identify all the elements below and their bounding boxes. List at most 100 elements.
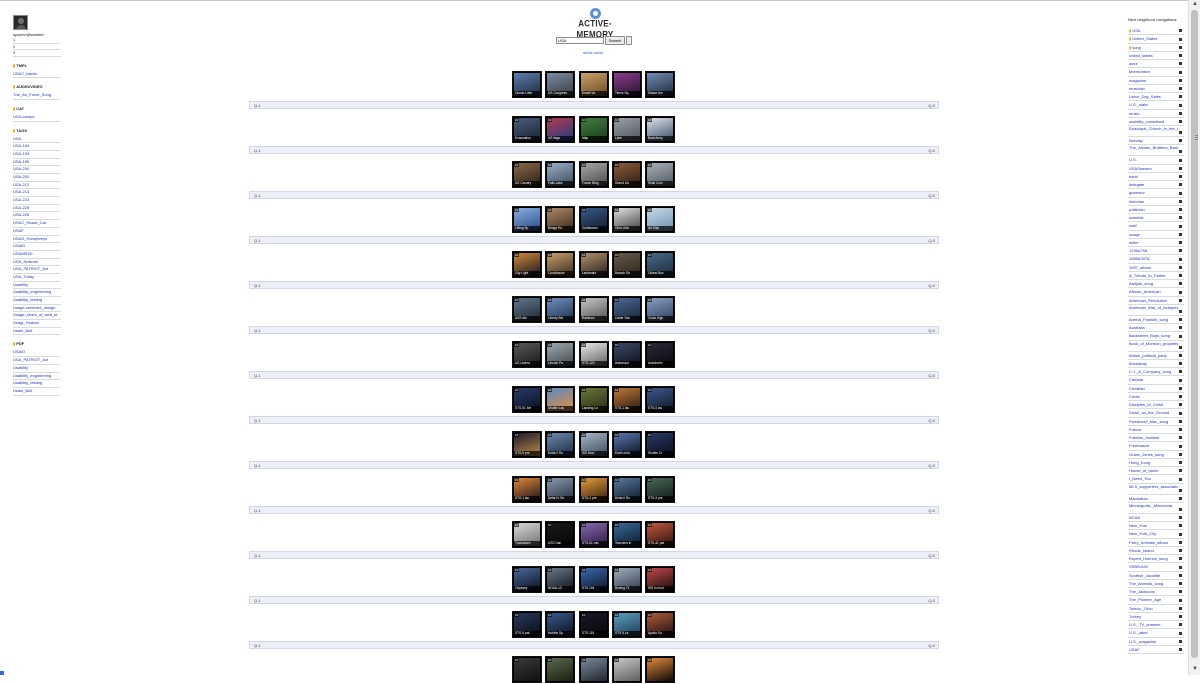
- neighbour-nav-item[interactable]: African_American: [1128, 288, 1184, 297]
- row-bar-right-label[interactable]: Q-0: [928, 462, 935, 469]
- neighbour-nav-label[interactable]: I_Need_You: [1129, 475, 1178, 483]
- thumbnail-card[interactable]: 10 STS 5 La: [612, 611, 642, 638]
- neighbour-nav-label[interactable]: musician: [1129, 85, 1178, 93]
- neighbour-nav-item[interactable]: The_Animals_song: [1128, 580, 1184, 588]
- neighbour-nav-text[interactable]: Down_on_the_Ground: [1129, 410, 1169, 415]
- row-bar-left-label[interactable]: Q-1: [254, 372, 261, 379]
- neighbour-nav-label[interactable]: music: [1129, 110, 1178, 118]
- neighbour-nav-item[interactable]: Scottish_Jacobite: [1128, 572, 1184, 580]
- thumbnail-card[interactable]: 10 Barack Ob: [612, 251, 642, 278]
- thumbnail-card[interactable]: 10: [545, 656, 575, 683]
- thumbnail-card[interactable]: 10 US Cavalry: [512, 161, 542, 188]
- neighbour-nav-item[interactable]: magazine: [1128, 77, 1184, 85]
- thumbnail-card[interactable]: 10 STS-1 lau: [612, 386, 642, 413]
- neighbour-nav-text[interactable]: American_War_of_Independence: [1129, 305, 1178, 310]
- sidebar-link[interactable]: Usain_Bolt: [13, 388, 61, 396]
- neighbour-nav-label[interactable]: Mormonism: [1129, 68, 1178, 76]
- neighbour-nav-text[interactable]: Broadway: [1129, 361, 1147, 366]
- neighbour-nav-text[interactable]: Mormonism: [1129, 69, 1150, 74]
- neighbour-nav-label[interactable]: 1236&798: [1129, 247, 1178, 255]
- neighbour-nav-item[interactable]: British_political_party: [1128, 352, 1184, 360]
- scroll-down-arrow-icon[interactable]: ▼: [1191, 665, 1199, 673]
- neighbour-nav-item[interactable]: governor: [1128, 189, 1184, 198]
- expand-square-icon[interactable]: [1179, 353, 1182, 357]
- thumbnail-card[interactable]: 10 Delta IV Ro: [545, 476, 575, 503]
- thumbnail-card[interactable]: Statue Am: [645, 71, 675, 98]
- expand-square-icon[interactable]: [1179, 615, 1182, 618]
- neighbour-nav-label[interactable]: Aaliyah_song: [1129, 280, 1178, 288]
- neighbour-nav-item[interactable]: Aaliyah_song: [1128, 280, 1184, 289]
- expand-square-icon[interactable]: [1179, 403, 1182, 407]
- neighbour-nav-item[interactable]: ▮song: [1128, 44, 1184, 52]
- neighbour-nav-item[interactable]: Broadway: [1128, 360, 1184, 368]
- sidebar-link[interactable]: USA-camps: [13, 114, 61, 122]
- row-divider-bar[interactable]: Q-1 Q-0: [249, 281, 939, 289]
- avatar[interactable]: [13, 15, 28, 30]
- neighbour-nav-label[interactable]: ▮USA: [1129, 27, 1178, 35]
- expand-square-icon[interactable]: [1179, 78, 1182, 82]
- thumbnail-card[interactable]: 10 ISS Mod: [579, 431, 609, 458]
- neighbour-nav-item[interactable]: U.S._label: [1128, 629, 1184, 638]
- neighbour-nav-label[interactable]: Christian: [1129, 385, 1178, 393]
- sidebar-link[interactable]: The_Air_Force_Song: [13, 92, 61, 100]
- row-divider-bar[interactable]: Q-1 Q-0: [249, 326, 939, 334]
- neighbour-nav-label[interactable]: New_York: [1129, 522, 1178, 530]
- row-bar-left-label[interactable]: Q-1: [254, 192, 261, 199]
- neighbour-nav-label[interactable]: usage: [1129, 231, 1178, 239]
- neighbour-nav-text[interactable]: Norway: [1129, 138, 1143, 143]
- row-divider-bar[interactable]: Q-1 Q-0: [249, 461, 939, 469]
- neighbour-nav-label[interactable]: ▮song: [1129, 44, 1178, 52]
- neighbour-nav-item[interactable]: band: [1128, 173, 1184, 181]
- sidebar-link[interactable]: USA_PATRIOT_Act: [13, 357, 61, 365]
- neighbour-nav-item[interactable]: Minneapolis,_Minnesota: [1128, 503, 1184, 514]
- neighbour-nav-text[interactable]: Aaliyah_song: [1129, 281, 1153, 286]
- thumbnail-card[interactable]: 10 STS-5 pat: [512, 611, 542, 638]
- neighbour-nav-item[interactable]: Rupert_Holmes_song: [1128, 555, 1184, 564]
- neighbour-nav-item[interactable]: Franklin_Institute: [1128, 434, 1184, 443]
- thumbnail-card[interactable]: 10 Map: [579, 116, 609, 143]
- neighbour-nav-item[interactable]: historian: [1128, 198, 1184, 206]
- neighbour-nav-item[interactable]: Hong_Kong: [1128, 459, 1184, 467]
- neighbour-nav-text[interactable]: American_Revolution: [1129, 298, 1167, 303]
- row-bar-right-label[interactable]: Q-0: [928, 192, 935, 199]
- expand-square-icon[interactable]: [1179, 158, 1182, 162]
- expand-square-icon[interactable]: [1179, 139, 1182, 143]
- thumbnail-card[interactable]: 10: [579, 656, 609, 683]
- thumbnail-card[interactable]: 10 STS-41 pat: [645, 521, 675, 548]
- neighbour-nav-item[interactable]: usability_consultant: [1128, 118, 1184, 126]
- neighbour-nav-label[interactable]: Australia: [1129, 324, 1178, 332]
- neighbour-nav-text[interactable]: 1985&2076: [1129, 256, 1149, 261]
- neighbour-nav-label[interactable]: MLS_supporters_association: [1129, 484, 1178, 489]
- neighbour-nav-label[interactable]: usability_consultant: [1129, 118, 1178, 126]
- neighbour-nav-item[interactable]: MLS_supporters_association: [1128, 484, 1184, 495]
- neighbour-nav-label[interactable]: writer: [1129, 239, 1178, 247]
- neighbour-nav-item[interactable]: Australia: [1128, 324, 1184, 333]
- expand-square-icon[interactable]: [1179, 37, 1182, 41]
- neighbour-nav-label[interactable]: A_Tribute_to_Father: [1129, 272, 1178, 280]
- neighbour-nav-label[interactable]: united_states: [1129, 52, 1178, 60]
- neighbour-nav-label[interactable]: France: [1129, 426, 1178, 434]
- neighbour-nav-item[interactable]: Mormonism: [1128, 68, 1184, 77]
- neighbour-nav-text[interactable]: Parry_Animals_album: [1129, 540, 1168, 545]
- expand-square-icon[interactable]: [1179, 257, 1182, 261]
- row-divider-bar[interactable]: Q-1 Q-0: [249, 596, 939, 604]
- neighbour-nav-text[interactable]: writer: [1129, 240, 1139, 245]
- neighbour-nav-label[interactable]: Rhode_Island: [1129, 547, 1178, 555]
- neighbour-nav-label[interactable]: U.S._state: [1129, 101, 1178, 109]
- row-divider-bar[interactable]: Q-1 Q-0: [249, 191, 939, 199]
- neighbour-nav-label[interactable]: U.S.: [1129, 156, 1178, 164]
- thumbnail-card[interactable]: 10 Gulfstream: [579, 206, 609, 233]
- neighbour-nav-label[interactable]: historian: [1129, 198, 1178, 206]
- scroll-up-arrow-icon[interactable]: ▲: [1191, 0, 1199, 8]
- expand-square-icon[interactable]: [1179, 507, 1182, 511]
- row-bar-left-label[interactable]: Q-1: [254, 507, 261, 514]
- sidebar-link[interactable]: Usability_engineering: [13, 373, 61, 381]
- neighbour-nav-item[interactable]: Freemason: [1128, 442, 1184, 451]
- row-bar-left-label[interactable]: Q-1: [254, 327, 261, 334]
- neighbour-nav-label[interactable]: delegate: [1129, 181, 1178, 189]
- expand-square-icon[interactable]: [1179, 309, 1182, 313]
- row-bar-left-label[interactable]: Q-1: [254, 462, 261, 469]
- thumbnail-card[interactable]: 10 Hubble Sp: [545, 611, 575, 638]
- expand-square-icon[interactable]: [1179, 150, 1182, 154]
- expand-square-icon[interactable]: [1179, 469, 1182, 473]
